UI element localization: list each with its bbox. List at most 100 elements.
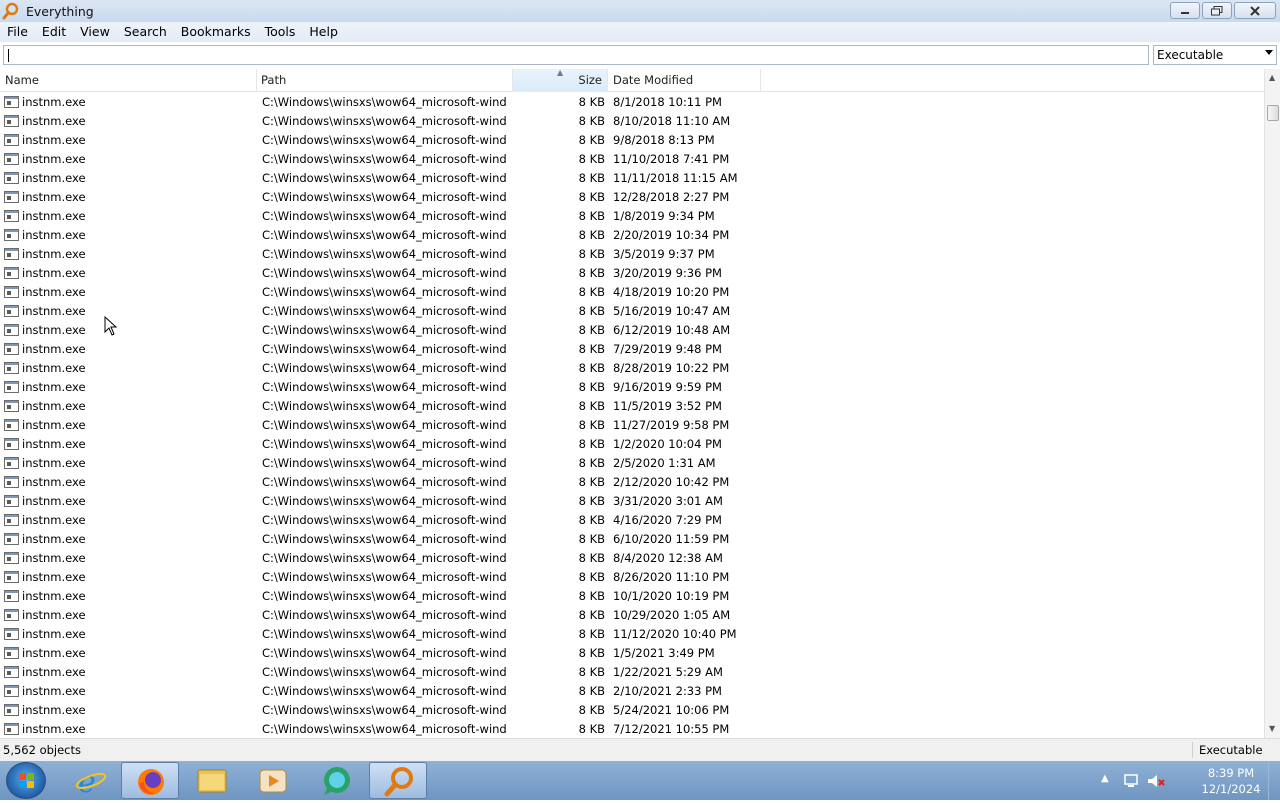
cell-path: C:\Windows\winsxs\wow64_microsoft-wind..…: [262, 494, 508, 508]
table-row[interactable]: instnm.exe C:\Windows\winsxs\wow64_micros…: [0, 378, 1264, 397]
chat-app-icon[interactable]: [307, 762, 365, 799]
table-row[interactable]: instnm.exe C:\Windows\winsxs\wow64_micros…: [0, 150, 1264, 169]
table-row[interactable]: instnm.exe C:\Windows\winsxs\wow64_micros…: [0, 321, 1264, 340]
table-row[interactable]: instnm.exe C:\Windows\winsxs\wow64_micros…: [0, 549, 1264, 568]
scroll-down-icon[interactable]: ▼: [1269, 724, 1275, 733]
column-size-header[interactable]: ▲ Size: [513, 69, 608, 92]
media-player-icon[interactable]: [244, 762, 302, 799]
table-row[interactable]: instnm.exe C:\Windows\winsxs\wow64_micros…: [0, 530, 1264, 549]
start-button[interactable]: [6, 762, 46, 799]
table-row[interactable]: instnm.exe C:\Windows\winsxs\wow64_micros…: [0, 359, 1264, 378]
table-row[interactable]: instnm.exe C:\Windows\winsxs\wow64_micros…: [0, 606, 1264, 625]
internet-explorer-icon[interactable]: e: [62, 762, 120, 800]
table-row[interactable]: instnm.exe C:\Windows\winsxs\wow64_micros…: [0, 701, 1264, 720]
menu-view[interactable]: View: [73, 22, 117, 42]
table-row[interactable]: instnm.exe C:\Windows\winsxs\wow64_micros…: [0, 587, 1264, 606]
executable-file-icon: [4, 267, 19, 279]
table-row[interactable]: instnm.exe C:\Windows\winsxs\wow64_micros…: [0, 720, 1264, 738]
executable-file-icon: [4, 419, 19, 431]
cell-date: 8/28/2019 10:22 PM: [613, 361, 730, 375]
cell-size: 8 KB: [578, 665, 605, 679]
cell-date: 4/16/2020 7:29 PM: [613, 513, 722, 527]
tray-expand-icon[interactable]: ▲: [1101, 773, 1109, 784]
cell-size: 8 KB: [578, 475, 605, 489]
table-row[interactable]: instnm.exe C:\Windows\winsxs\wow64_micros…: [0, 435, 1264, 454]
cell-path: C:\Windows\winsxs\wow64_microsoft-wind..…: [262, 285, 508, 299]
minimize-button[interactable]: [1170, 2, 1200, 19]
cell-path: C:\Windows\winsxs\wow64_microsoft-wind..…: [262, 646, 508, 660]
menu-tools[interactable]: Tools: [258, 22, 303, 42]
scroll-up-icon[interactable]: ▲: [1269, 73, 1275, 82]
executable-file-icon: [4, 191, 19, 203]
network-icon[interactable]: [1122, 772, 1140, 793]
title-bar: Everything: [0, 0, 1280, 22]
executable-file-icon: [4, 647, 19, 659]
executable-file-icon: [4, 552, 19, 564]
cell-name: instnm.exe: [22, 494, 86, 508]
restore-button[interactable]: [1202, 2, 1232, 19]
cell-date: 8/10/2018 11:10 AM: [613, 114, 731, 128]
volume-muted-icon[interactable]: [1146, 772, 1166, 793]
table-row[interactable]: instnm.exe C:\Windows\winsxs\wow64_micros…: [0, 245, 1264, 264]
cell-path: C:\Windows\winsxs\wow64_microsoft-wind..…: [262, 304, 508, 318]
filter-dropdown[interactable]: Executable: [1153, 45, 1277, 65]
cell-size: 8 KB: [578, 285, 605, 299]
menu-edit[interactable]: Edit: [35, 22, 73, 42]
table-row[interactable]: instnm.exe C:\Windows\winsxs\wow64_micros…: [0, 625, 1264, 644]
table-row[interactable]: instnm.exe C:\Windows\winsxs\wow64_micros…: [0, 682, 1264, 701]
table-row[interactable]: instnm.exe C:\Windows\winsxs\wow64_micros…: [0, 264, 1264, 283]
cell-name: instnm.exe: [22, 627, 86, 641]
vertical-scrollbar[interactable]: ▲ ▼: [1264, 69, 1280, 738]
menu-file[interactable]: File: [0, 22, 35, 42]
table-row[interactable]: instnm.exe C:\Windows\winsxs\wow64_micros…: [0, 511, 1264, 530]
table-row[interactable]: instnm.exe C:\Windows\winsxs\wow64_micros…: [0, 188, 1264, 207]
cell-date: 2/10/2021 2:33 PM: [613, 684, 722, 698]
executable-file-icon: [4, 514, 19, 526]
column-size-label: Size: [578, 73, 602, 87]
table-row[interactable]: instnm.exe C:\Windows\winsxs\wow64_micros…: [0, 454, 1264, 473]
table-row[interactable]: instnm.exe C:\Windows\winsxs\wow64_micros…: [0, 492, 1264, 511]
close-button[interactable]: [1234, 2, 1276, 19]
search-input[interactable]: [3, 45, 1149, 65]
table-row[interactable]: instnm.exe C:\Windows\winsxs\wow64_micros…: [0, 112, 1264, 131]
cell-path: C:\Windows\winsxs\wow64_microsoft-wind..…: [262, 114, 508, 128]
chevron-down-icon: [1265, 50, 1273, 55]
taskbar-clock[interactable]: 8:39 PM 12/1/2024: [1198, 765, 1264, 797]
cell-size: 8 KB: [578, 114, 605, 128]
table-row[interactable]: instnm.exe C:\Windows\winsxs\wow64_micros…: [0, 283, 1264, 302]
executable-file-icon: [4, 609, 19, 621]
table-row[interactable]: instnm.exe C:\Windows\winsxs\wow64_micros…: [0, 302, 1264, 321]
cell-name: instnm.exe: [22, 570, 86, 584]
menu-search[interactable]: Search: [117, 22, 174, 42]
cell-date: 11/12/2020 10:40 PM: [613, 627, 737, 641]
menu-bookmarks[interactable]: Bookmarks: [174, 22, 258, 42]
cell-name: instnm.exe: [22, 133, 86, 147]
table-row[interactable]: instnm.exe C:\Windows\winsxs\wow64_micros…: [0, 169, 1264, 188]
executable-file-icon: [4, 685, 19, 697]
table-row[interactable]: instnm.exe C:\Windows\winsxs\wow64_micros…: [0, 663, 1264, 682]
cell-name: instnm.exe: [22, 418, 86, 432]
table-row[interactable]: instnm.exe C:\Windows\winsxs\wow64_micros…: [0, 416, 1264, 435]
column-name-header[interactable]: Name: [0, 69, 257, 92]
scroll-thumb[interactable]: [1267, 105, 1279, 121]
menu-help[interactable]: Help: [302, 22, 345, 42]
show-desktop-button[interactable]: [1268, 761, 1280, 800]
column-path-header[interactable]: Path: [257, 69, 513, 92]
table-row[interactable]: instnm.exe C:\Windows\winsxs\wow64_micros…: [0, 340, 1264, 359]
cell-name: instnm.exe: [22, 171, 86, 185]
table-row[interactable]: instnm.exe C:\Windows\winsxs\wow64_micros…: [0, 226, 1264, 245]
table-row[interactable]: instnm.exe C:\Windows\winsxs\wow64_micros…: [0, 131, 1264, 150]
table-row[interactable]: instnm.exe C:\Windows\winsxs\wow64_micros…: [0, 473, 1264, 492]
file-explorer-icon[interactable]: [183, 762, 241, 799]
table-row[interactable]: instnm.exe C:\Windows\winsxs\wow64_micros…: [0, 207, 1264, 226]
cell-size: 8 KB: [578, 722, 605, 736]
table-row[interactable]: instnm.exe C:\Windows\winsxs\wow64_micros…: [0, 93, 1264, 112]
table-row[interactable]: instnm.exe C:\Windows\winsxs\wow64_micros…: [0, 568, 1264, 587]
cell-name: instnm.exe: [22, 190, 86, 204]
everything-search-icon[interactable]: [369, 762, 427, 799]
firefox-icon[interactable]: [121, 762, 179, 799]
column-date-header[interactable]: Date Modified: [608, 69, 761, 92]
table-row[interactable]: instnm.exe C:\Windows\winsxs\wow64_micros…: [0, 644, 1264, 663]
cell-date: 3/20/2019 9:36 PM: [613, 266, 722, 280]
table-row[interactable]: instnm.exe C:\Windows\winsxs\wow64_micros…: [0, 397, 1264, 416]
